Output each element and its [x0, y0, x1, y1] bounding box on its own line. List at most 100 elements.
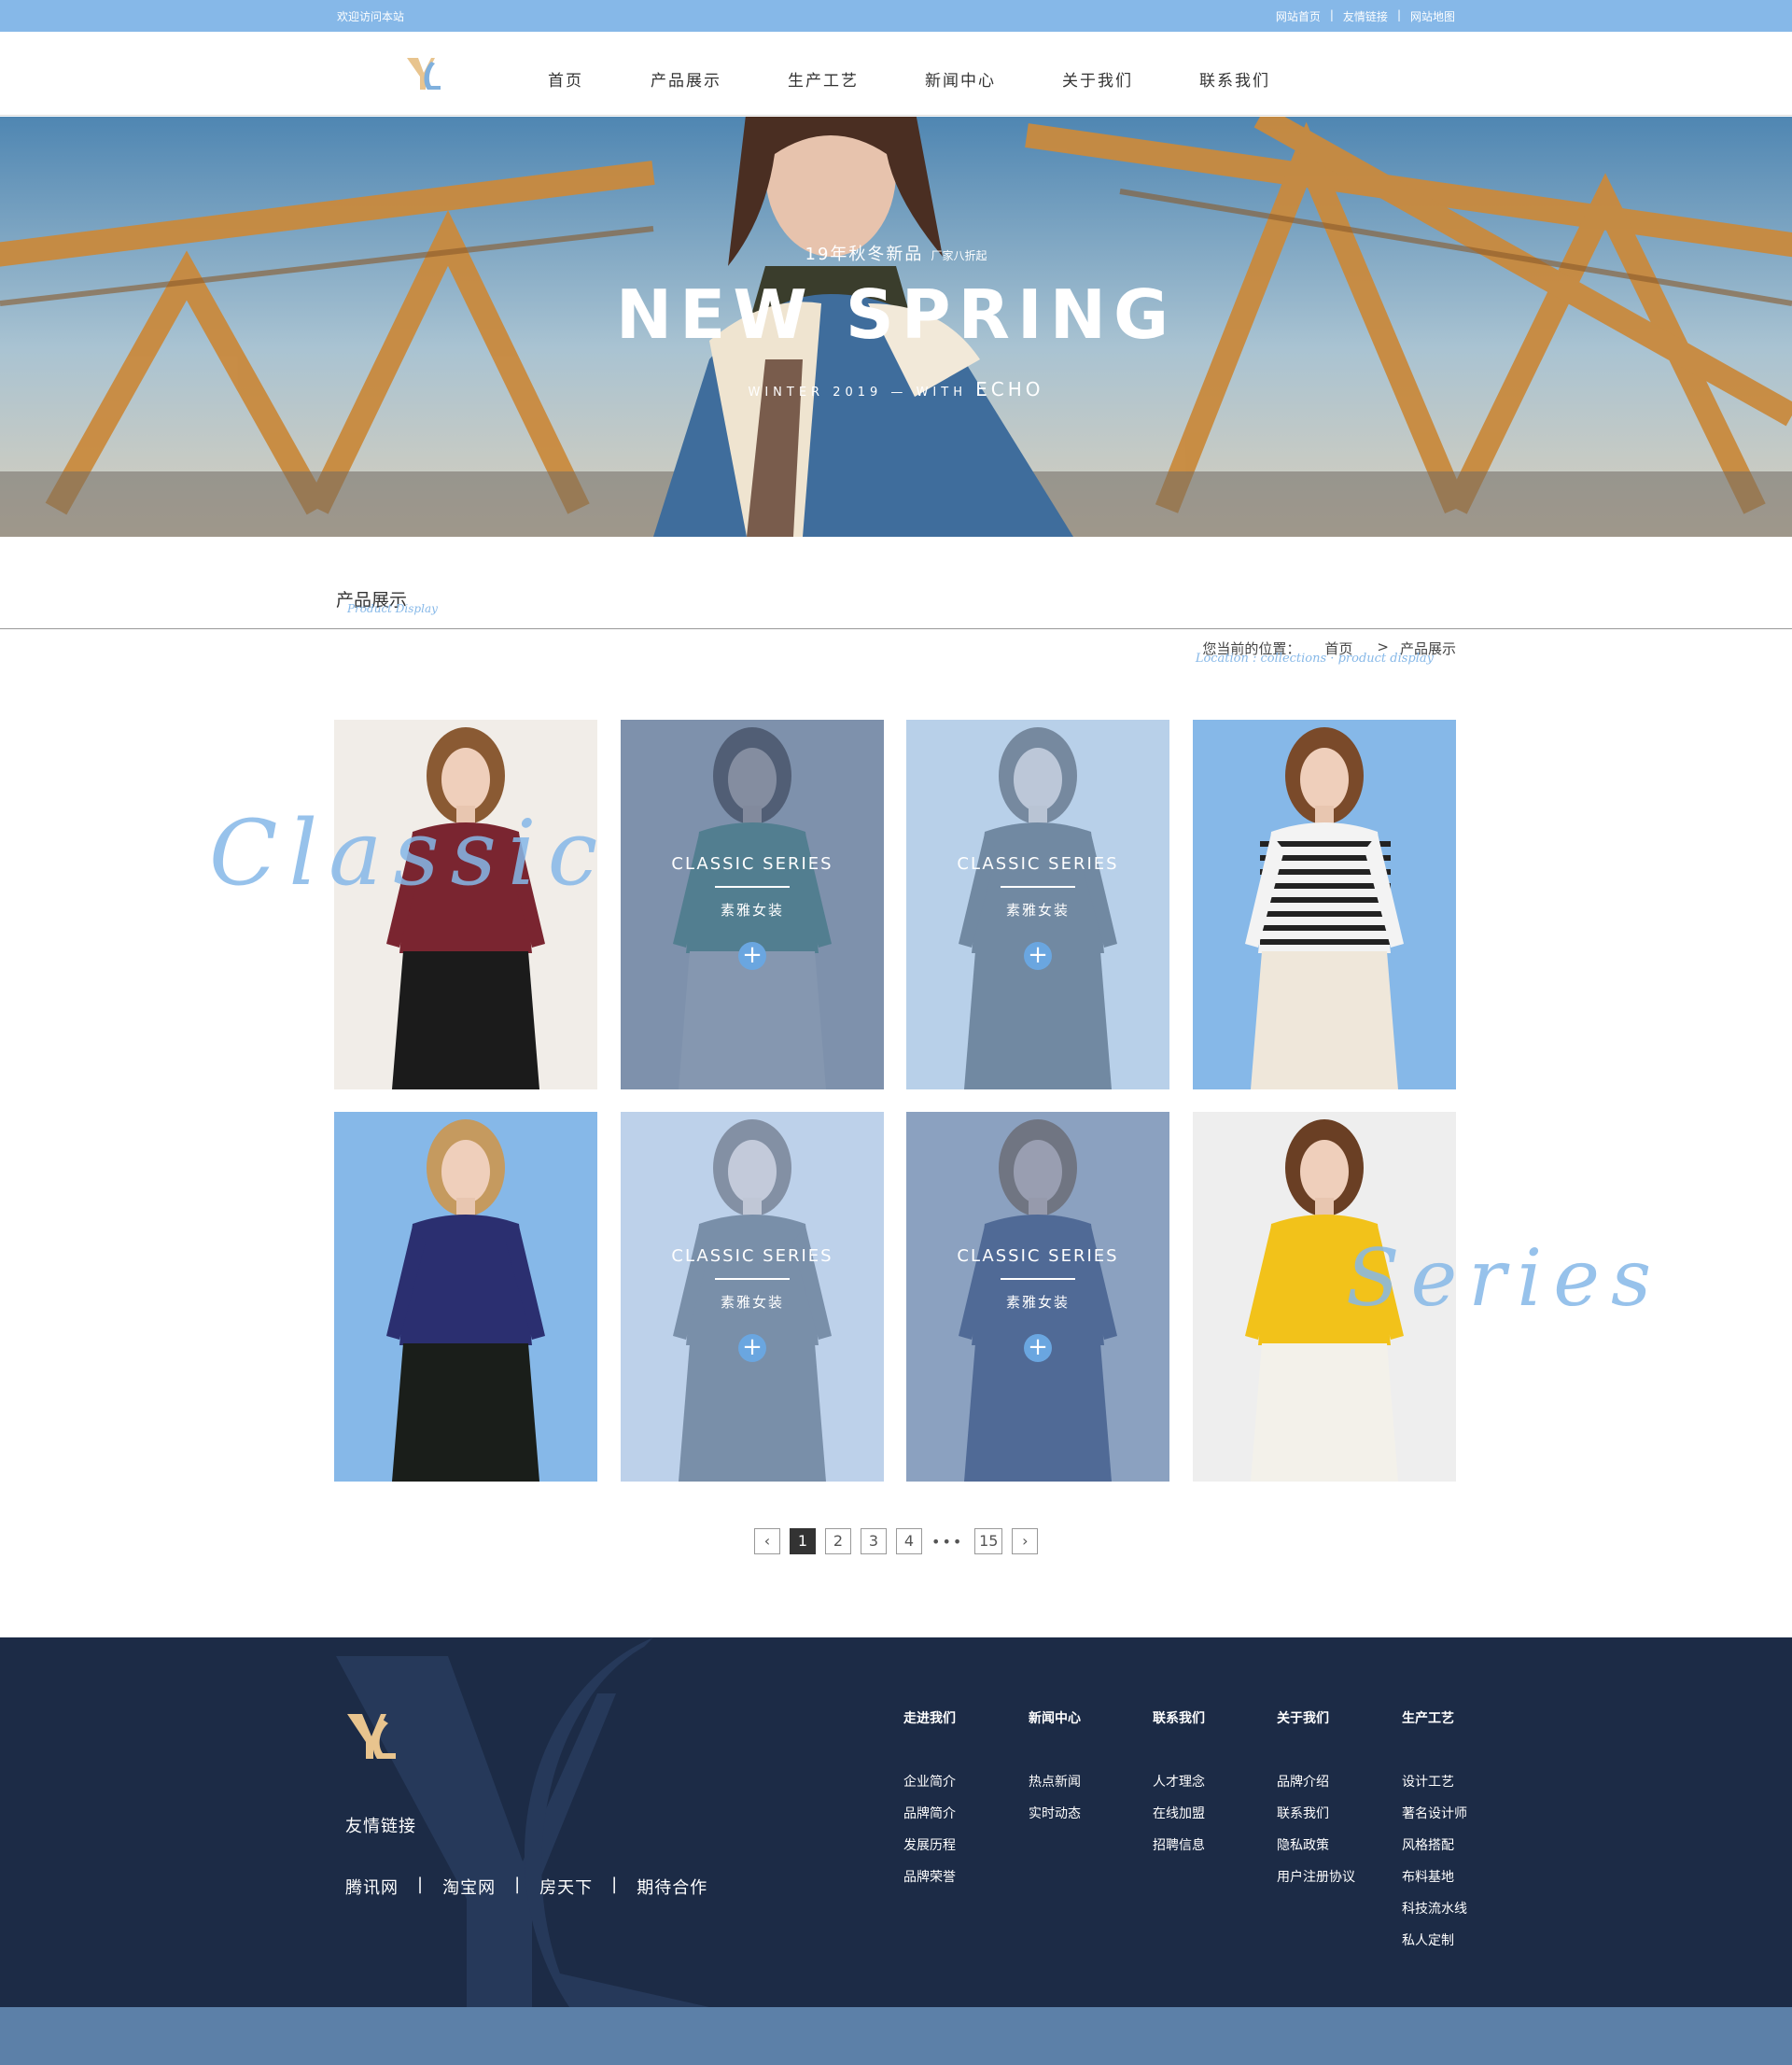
section-divider — [0, 628, 1792, 629]
hero-subtitle-text: 19年秋冬新品 — [805, 245, 924, 264]
footer-link[interactable]: 品牌介绍 — [1277, 1772, 1355, 1804]
footer-link[interactable]: 招聘信息 — [1153, 1835, 1205, 1867]
footer-link[interactable]: 私人定制 — [1402, 1931, 1467, 1962]
footer-logo-icon[interactable] — [345, 1708, 398, 1764]
product-overlay: CLASSIC SERIES 素雅女装 + — [621, 720, 884, 1089]
hero-tagline: WINTER 2019 — WITH ECHO — [0, 378, 1792, 400]
product-series-title: CLASSIC SERIES — [957, 854, 1119, 874]
footer-link[interactable]: 科技流水线 — [1402, 1899, 1467, 1931]
footer-link[interactable]: 人才理念 — [1153, 1772, 1205, 1804]
footer-column-title[interactable]: 关于我们 — [1277, 1708, 1355, 1727]
plus-icon[interactable]: + — [1024, 942, 1052, 970]
friend-links-title: 友情链接 — [345, 1817, 416, 1836]
footer-link[interactable]: 热点新闻 — [1029, 1772, 1081, 1804]
footer-link[interactable]: 布料基地 — [1402, 1867, 1467, 1899]
product-card[interactable] — [1193, 720, 1456, 1089]
footer-column-title[interactable]: 走进我们 — [903, 1708, 956, 1727]
product-image — [334, 1112, 597, 1482]
product-series-subtitle: 素雅女装 — [1005, 902, 1070, 919]
title-underline — [715, 1278, 790, 1280]
hero-tagline-name: ECHO — [975, 378, 1044, 400]
footer-column-title[interactable]: 联系我们 — [1153, 1708, 1205, 1727]
friend-link-tencent[interactable]: 腾讯网 — [345, 1875, 399, 1899]
product-overlay: CLASSIC SERIES 素雅女装 + — [906, 1112, 1169, 1482]
friend-links: 腾讯网 | 淘宝网 | 房天下 | 期待合作 — [345, 1875, 707, 1899]
footer-link[interactable]: 隐私政策 — [1277, 1835, 1355, 1867]
page-button-last[interactable]: 15 — [974, 1528, 1003, 1554]
next-page-button[interactable]: › — [1012, 1528, 1039, 1554]
footer-link[interactable]: 风格搭配 — [1402, 1835, 1467, 1867]
friend-link-partner[interactable]: 期待合作 — [637, 1875, 707, 1899]
decor-script-series: Series — [1346, 1232, 1663, 1324]
footer-column: 新闻中心热点新闻 实时动态 — [1029, 1708, 1081, 1835]
product-series-title: CLASSIC SERIES — [671, 1246, 833, 1266]
nav-item-products[interactable]: 产品展示 — [651, 67, 721, 91]
top-link-friends[interactable]: 友情链接 — [1343, 8, 1388, 24]
plus-icon[interactable]: + — [738, 942, 766, 970]
product-card[interactable]: CLASSIC SERIES 素雅女装 + — [906, 720, 1169, 1089]
hero-banner[interactable]: 19年秋冬新品 厂家八折起 NEW SPRING WINTER 2019 — WI… — [0, 117, 1792, 537]
product-series-title: CLASSIC SERIES — [957, 1246, 1119, 1266]
nav-item-home[interactable]: 首页 — [548, 67, 583, 91]
plus-icon[interactable]: + — [1024, 1334, 1052, 1362]
footer-column-title[interactable]: 新闻中心 — [1029, 1708, 1081, 1727]
hero-subtitle-note: 厂家八折起 — [931, 249, 987, 262]
separator: | — [1329, 8, 1334, 21]
hero-tagline-prefix: WINTER 2019 — WITH — [748, 386, 967, 400]
footer-link[interactable]: 在线加盟 — [1153, 1804, 1205, 1835]
top-link-home[interactable]: 网站首页 — [1276, 8, 1321, 24]
footer-link[interactable]: 品牌简介 — [903, 1804, 956, 1835]
footer-link[interactable]: 实时动态 — [1029, 1804, 1081, 1835]
page-button-2[interactable]: 2 — [825, 1528, 851, 1554]
top-links: 网站首页 | 友情链接 | 网站地图 — [1276, 8, 1455, 24]
footer-link[interactable]: 品牌荣誉 — [903, 1867, 956, 1899]
title-underline — [1001, 1278, 1075, 1280]
welcome-text: 欢迎访问本站 — [337, 10, 405, 23]
title-underline — [1001, 886, 1075, 888]
nav-item-about[interactable]: 关于我们 — [1062, 67, 1133, 91]
friend-link-taobao[interactable]: 淘宝网 — [442, 1875, 496, 1899]
product-card[interactable] — [334, 1112, 597, 1482]
product-series-title: CLASSIC SERIES — [671, 854, 833, 874]
nav-item-news[interactable]: 新闻中心 — [925, 67, 996, 91]
prev-page-button[interactable]: ‹ — [754, 1528, 780, 1554]
page-button-4[interactable]: 4 — [896, 1528, 922, 1554]
pagination: ‹ 1 2 3 4 ••• 15 › — [754, 1528, 1047, 1554]
product-card[interactable]: CLASSIC SERIES 素雅女装 + — [621, 720, 884, 1089]
footer: 友情链接 腾讯网 | 淘宝网 | 房天下 | 期待合作 走进我们企业简介 品牌简介… — [0, 1637, 1792, 2007]
nav-item-contact[interactable]: 联系我们 — [1199, 67, 1270, 91]
decor-script-classic: Classic — [209, 801, 609, 906]
footer-link[interactable]: 用户注册协议 — [1277, 1867, 1355, 1899]
separator: | — [611, 1875, 619, 1894]
footer-column: 关于我们品牌介绍 联系我们 隐私政策 用户注册协议 — [1277, 1708, 1355, 1899]
product-overlay: CLASSIC SERIES 素雅女装 + — [906, 720, 1169, 1089]
page-button-3[interactable]: 3 — [861, 1528, 887, 1554]
header: 首页 产品展示 生产工艺 新闻中心 关于我们 联系我们 — [0, 32, 1792, 116]
brand-logo-icon[interactable] — [403, 52, 444, 95]
product-card[interactable]: CLASSIC SERIES 素雅女装 + — [621, 1112, 884, 1482]
product-series-subtitle: 素雅女装 — [720, 1294, 784, 1311]
footer-column: 联系我们人才理念 在线加盟 招聘信息 — [1153, 1708, 1205, 1867]
bottom-strip — [0, 2007, 1792, 2065]
footer-link[interactable]: 企业简介 — [903, 1772, 956, 1804]
separator: | — [1396, 8, 1401, 21]
top-link-sitemap[interactable]: 网站地图 — [1410, 8, 1455, 24]
footer-link[interactable]: 联系我们 — [1277, 1804, 1355, 1835]
title-underline — [715, 886, 790, 888]
separator: | — [417, 1875, 425, 1894]
footer-column: 走进我们企业简介 品牌简介 发展历程 品牌荣誉 — [903, 1708, 956, 1899]
friend-link-fang[interactable]: 房天下 — [539, 1875, 593, 1899]
footer-column: 生产工艺设计工艺 著名设计师 风格搭配 布料基地 科技流水线 私人定制 — [1402, 1708, 1467, 1962]
main-nav: 首页 产品展示 生产工艺 新闻中心 关于我们 联系我们 — [548, 67, 1270, 91]
product-series-subtitle: 素雅女装 — [1005, 1294, 1070, 1311]
plus-icon[interactable]: + — [738, 1334, 766, 1362]
product-image — [1193, 720, 1456, 1089]
footer-link[interactable]: 著名设计师 — [1402, 1804, 1467, 1835]
footer-column-title[interactable]: 生产工艺 — [1402, 1708, 1467, 1727]
product-card[interactable]: CLASSIC SERIES 素雅女装 + — [906, 1112, 1169, 1482]
footer-link[interactable]: 发展历程 — [903, 1835, 956, 1867]
page-button-1[interactable]: 1 — [790, 1528, 816, 1554]
section-title-en: Product Display — [347, 602, 438, 615]
nav-item-craft[interactable]: 生产工艺 — [788, 67, 859, 91]
footer-link[interactable]: 设计工艺 — [1402, 1772, 1467, 1804]
